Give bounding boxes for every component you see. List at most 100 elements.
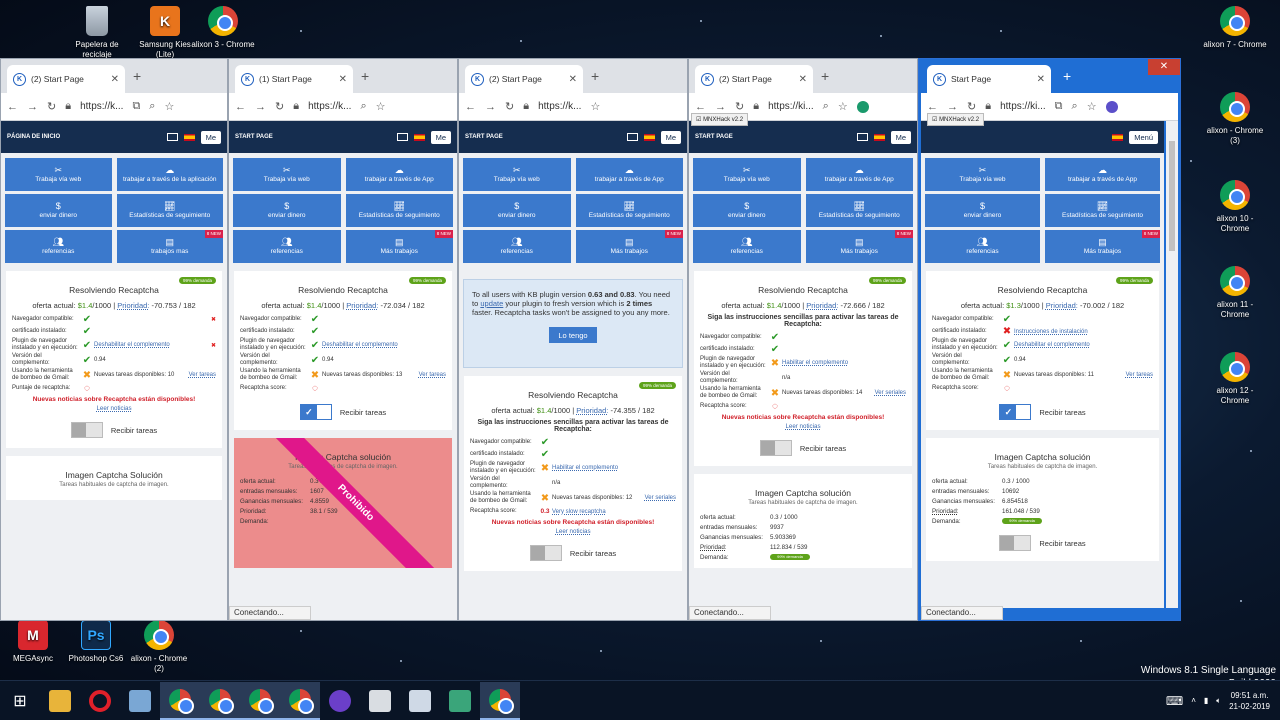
taskbar-chrome[interactable] [240,681,280,720]
forward-icon[interactable]: → [947,101,958,113]
priority-link[interactable]: Prioridad: [806,301,838,310]
view-tasks-link[interactable]: Ver tareas [1126,372,1153,378]
mail-icon[interactable] [396,133,408,141]
read-news-link[interactable]: Leer noticias [785,423,820,430]
address-bar[interactable]: https://k... [538,101,581,112]
receive-tasks-toggle[interactable]: ✓ Recibir tareas [240,404,446,420]
browser-tab[interactable]: K (2) Start Page ✕ [695,65,813,93]
window-close-icon[interactable]: ✕ [1148,59,1180,75]
chrome-shortcut[interactable]: alixon 7 - Chrome [1202,6,1268,50]
tile-stats[interactable]: 📈︎ Estadísticas de seguimiento [116,194,223,227]
browser-tab[interactable]: K (1) Start Page ✕ [235,65,353,93]
tile-referrals[interactable]: 👥︎ referencias [233,230,341,263]
view-serials-link[interactable]: Ver seriales [645,495,676,501]
photoshop-shortcut[interactable]: Ps Photoshop Cs6 [63,620,129,664]
tile-work-app[interactable]: ☁ trabajar a través de App [805,158,913,191]
close-tab-icon[interactable]: ✕ [799,74,807,85]
taskbar-chrome[interactable] [280,681,320,720]
chrome-shortcut[interactable]: alixon 3 - Chrome [190,6,256,50]
menu-button[interactable]: Me [200,130,221,144]
tile-stats[interactable]: 📈︎ Estadísticas de seguimiento [575,194,683,227]
tile-more-jobs[interactable]: 8 NEW ▤ trabajos mas [116,230,223,263]
star-icon[interactable]: ☆ [376,100,386,113]
mega-shortcut[interactable]: M MEGAsync [0,620,66,664]
start-button[interactable]: ⊞ [0,682,40,720]
tile-work-web[interactable]: ✂ Trabaja vía web [693,158,801,191]
forward-icon[interactable]: → [715,101,726,113]
chrome-shortcut[interactable]: alixon - Chrome (2) [126,620,192,674]
tile-send-money[interactable]: $ enviar dinero [693,194,801,227]
receive-tasks-toggle[interactable]: Recibir tareas [932,535,1153,551]
network-icon[interactable]: ▮ [1204,696,1208,705]
close-tab-icon[interactable]: ✕ [339,74,347,85]
receive-tasks-toggle[interactable]: ✓ Recibir tareas [932,404,1153,420]
toggle-switch[interactable] [759,440,792,456]
tile-more-jobs[interactable]: 8 NEW ▤ Más trabajos [575,230,683,263]
browser-tab[interactable]: K (2) Start Page ✕ [7,65,125,93]
zoom-icon[interactable]: ⌕ [823,100,829,113]
tile-referrals[interactable]: 👥︎ referencias [463,230,571,263]
chevron-up-icon[interactable]: ˄ [1191,696,1196,705]
menu-button[interactable]: Me [660,130,681,144]
toggle-switch[interactable] [70,422,103,438]
taskbar-settings[interactable] [320,682,360,720]
reload-icon[interactable]: ↻ [967,100,976,113]
toggle-switch[interactable]: ✓ [999,404,1032,420]
toggle-switch[interactable] [999,535,1032,551]
priority-link[interactable]: Prioridad: [346,301,378,310]
star-icon[interactable]: ☆ [838,100,848,113]
taskbar-calculator[interactable] [360,682,400,720]
menu-button[interactable]: Me [430,130,451,144]
tile-referrals[interactable]: 👥︎ referencias [693,230,801,263]
chrome-shortcut[interactable]: alixon 11 - Chrome [1202,266,1268,320]
view-tasks-link[interactable]: Ver tareas [419,372,446,378]
taskbar-opera[interactable] [80,682,120,720]
translate-icon[interactable]: ⧉ [1055,100,1063,113]
forward-icon[interactable]: → [485,101,496,113]
tile-stats[interactable]: 📈︎ Estadísticas de seguimiento [1045,194,1160,227]
back-icon[interactable]: ← [695,101,706,113]
taskbar-chrome[interactable] [160,681,200,720]
toggle-switch[interactable]: ✓ [299,404,332,420]
recycle-bin-shortcut[interactable]: Papelera de reciclaje [64,6,130,60]
reload-icon[interactable]: ↻ [505,100,514,113]
spain-flag-icon[interactable] [873,133,885,141]
priority-link[interactable]: Prioridad: [576,406,608,415]
tile-stats[interactable]: 📈︎ Estadísticas de seguimiento [805,194,913,227]
spain-flag-icon[interactable] [413,133,425,141]
tile-work-app[interactable]: ☁ trabajar a través de App [345,158,453,191]
view-tasks-link[interactable]: Ver tareas [189,372,216,378]
tile-referrals[interactable]: 👥︎ referencias [5,230,112,263]
reload-icon[interactable]: ↻ [47,100,56,113]
got-it-button[interactable]: Lo tengo [549,327,597,343]
spain-flag-icon[interactable] [183,133,195,141]
taskbar-explorer[interactable] [40,682,80,720]
taskbar-app[interactable] [120,682,160,720]
scrollbar-thumb[interactable] [1169,141,1175,251]
tile-work-app[interactable]: ☁ trabajar a través de App [1045,158,1160,191]
back-icon[interactable]: ← [465,101,476,113]
priority-link[interactable]: Prioridad: [1046,301,1078,310]
reload-icon[interactable]: ↻ [275,100,284,113]
vertical-scrollbar[interactable] [1166,121,1178,608]
tile-send-money[interactable]: $ enviar dinero [925,194,1040,227]
mail-icon[interactable] [626,133,638,141]
reload-icon[interactable]: ↻ [735,100,744,113]
disable-plugin-link[interactable]: Deshabilitar el complemento [94,342,170,349]
clock[interactable]: 09:51 a.m. 21-02-2019 [1229,690,1270,712]
disable-plugin-link[interactable]: Deshabilitar el complemento [322,342,398,348]
taskbar-chrome[interactable] [480,681,520,720]
tile-work-web[interactable]: ✂ Trabaja vía web [925,158,1040,191]
tile-work-web[interactable]: ✂ Trabaja vía web [5,158,112,191]
chrome-shortcut[interactable]: alixon 10 - Chrome [1202,180,1268,234]
zoom-icon[interactable]: ⌕ [1072,100,1078,113]
menu-button[interactable]: Menú [1129,130,1158,144]
forward-icon[interactable]: → [27,101,38,113]
kies-shortcut[interactable]: K Samsung Kies (Lite) [132,6,198,60]
menu-button[interactable]: Me [890,130,911,144]
priority-link[interactable]: Prioridad: [932,508,1002,515]
star-icon[interactable]: ☆ [590,100,600,113]
back-icon[interactable]: ← [235,101,246,113]
tile-referrals[interactable]: 👥︎ referencias [925,230,1040,263]
receive-tasks-toggle[interactable]: Recibir tareas [12,422,216,438]
